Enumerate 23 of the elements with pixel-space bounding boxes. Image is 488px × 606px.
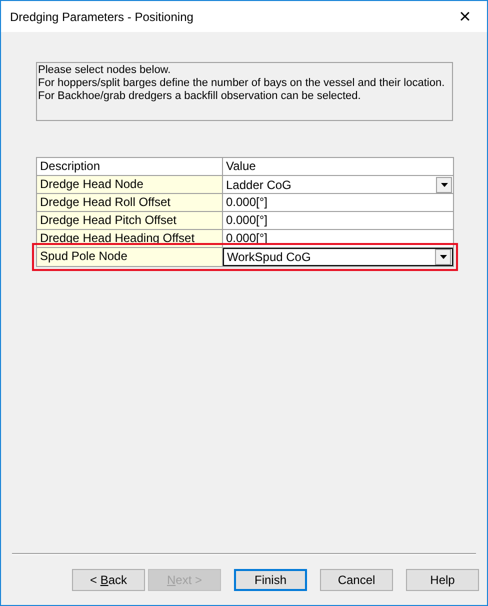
dropdown-field[interactable]: WorkSpud CoG [223,248,453,266]
column-header: Description [37,158,223,175]
table-cell: Dredge Head Node [37,176,223,193]
table-cell: Spud Pole Node [37,248,223,266]
dialog-button[interactable]: Help [406,569,479,591]
close-button[interactable]: × [445,2,485,30]
table-cell: 0.000[°] [223,194,453,211]
info-text: For hoppers/split barges define the number of bays on the vessel and their location. [38,77,446,90]
info-text: For Backhoe/grab dredgers a backfill observation can be selected. [38,90,362,103]
caret-icon [440,182,448,186]
table-cell: 0.000[°] [223,212,453,229]
column-header: Value [223,158,453,175]
table-cell: Dredge Head Roll Offset [37,194,223,211]
dialog-button[interactable]: Cancel [320,569,393,591]
table-cell: Dredge Head Pitch Offset [37,212,223,229]
dropdown-arrow-button[interactable] [436,176,452,192]
dialog-button[interactable]: Finish [234,569,307,591]
window-title: Dredging Parameters - Positioning [10,8,194,26]
caret-icon [440,255,446,259]
dropdown-arrow-button[interactable] [435,249,451,265]
dialog-button[interactable]: < Back [72,569,145,591]
dropdown-field[interactable]: Ladder CoG [223,176,453,193]
info-text: Please select nodes below. [38,64,172,77]
